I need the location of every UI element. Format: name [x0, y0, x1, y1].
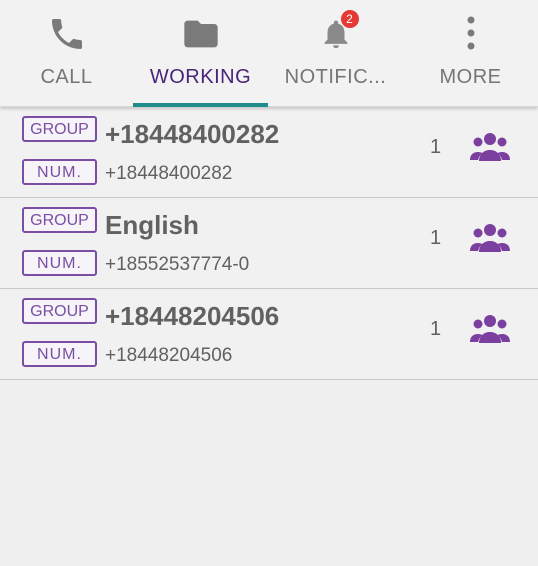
group-number: +18448204506	[105, 345, 233, 366]
tab-more-label: MORE	[439, 66, 502, 88]
group-icon[interactable]	[470, 131, 510, 165]
member-count: 1	[430, 318, 442, 340]
group-tag: GROUP	[22, 298, 97, 324]
member-count: 1	[430, 136, 442, 158]
num-tag: NUM.	[22, 159, 97, 185]
active-tab-indicator	[133, 103, 268, 107]
group-number: +18448400282	[105, 163, 233, 184]
more-vertical-icon	[449, 14, 493, 54]
tab-working[interactable]: WORKING	[133, 0, 268, 107]
bell-icon: 2	[314, 10, 359, 54]
tab-more[interactable]: MORE	[403, 0, 538, 106]
tab-call[interactable]: CALL	[0, 0, 133, 106]
phone-icon	[45, 14, 89, 54]
member-count: 1	[430, 227, 442, 249]
notification-badge: 2	[340, 10, 359, 28]
folder-icon	[179, 14, 223, 54]
group-tag: GROUP	[22, 207, 97, 233]
group-icon[interactable]	[470, 222, 510, 256]
group-tag: GROUP	[22, 116, 97, 142]
group-title: English	[105, 210, 199, 240]
tab-notifications-label: NOTIFIC...	[284, 66, 387, 88]
tab-working-label: WORKING	[149, 66, 252, 88]
group-number: +18552537774-0	[105, 254, 250, 275]
num-tag: NUM.	[22, 341, 97, 367]
list-item[interactable]: GROUP NUM. English +18552537774-0 1	[0, 198, 538, 289]
group-title: +18448204506	[105, 301, 280, 331]
group-list: GROUP NUM. +18448400282 +18448400282 1 G…	[0, 107, 538, 380]
group-icon[interactable]	[470, 313, 510, 347]
tab-notifications[interactable]: 2 NOTIFIC...	[268, 0, 403, 106]
tab-call-label: CALL	[40, 66, 93, 88]
list-item[interactable]: GROUP NUM. +18448400282 +18448400282 1	[0, 107, 538, 198]
group-title: +18448400282	[105, 119, 280, 149]
list-item[interactable]: GROUP NUM. +18448204506 +18448204506 1	[0, 289, 538, 380]
tab-bar: CALL WORKING 2 NOTIFIC... MORE	[0, 0, 538, 107]
num-tag: NUM.	[22, 250, 97, 276]
